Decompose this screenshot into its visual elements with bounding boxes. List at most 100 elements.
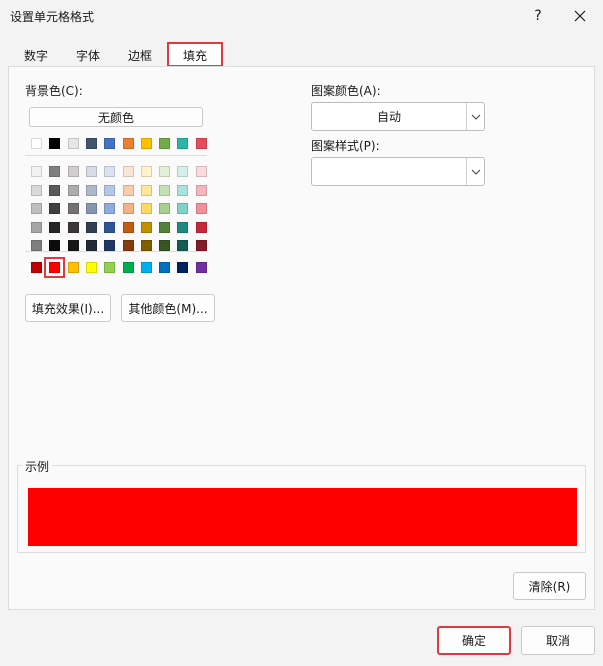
color-swatch-shade[interactable] bbox=[104, 240, 116, 252]
color-swatch-shade[interactable] bbox=[195, 240, 207, 252]
color-swatch-shade[interactable] bbox=[177, 184, 189, 196]
tab-border[interactable]: 边框 bbox=[116, 43, 164, 66]
color-swatch-standard[interactable] bbox=[122, 262, 134, 273]
color-swatch-shade[interactable] bbox=[49, 240, 61, 252]
pattern-style-label: 图案样式(P): bbox=[311, 139, 380, 153]
chevron-down-icon bbox=[466, 103, 484, 130]
color-swatch-shade[interactable] bbox=[177, 203, 189, 215]
color-swatch-shade[interactable] bbox=[104, 221, 116, 233]
color-swatch-shade[interactable] bbox=[49, 166, 61, 177]
chevron-down-icon bbox=[466, 158, 484, 185]
color-swatch-shade[interactable] bbox=[104, 203, 116, 215]
color-swatch-shade[interactable] bbox=[104, 184, 116, 196]
close-icon bbox=[574, 10, 586, 22]
color-swatch-shade[interactable] bbox=[177, 240, 189, 252]
color-swatch-theme[interactable] bbox=[85, 138, 97, 149]
dialog-title: 设置单元格格式 bbox=[10, 10, 95, 24]
color-swatch-shade[interactable] bbox=[159, 203, 171, 215]
color-swatch-shade[interactable] bbox=[140, 221, 152, 233]
color-swatch-shade[interactable] bbox=[159, 240, 171, 252]
color-swatch-shade[interactable] bbox=[67, 240, 79, 252]
color-swatch-shade[interactable] bbox=[104, 166, 116, 177]
color-swatch-shade[interactable] bbox=[85, 240, 97, 252]
color-swatch-shade[interactable] bbox=[195, 184, 207, 196]
palette-separator-top bbox=[25, 155, 207, 156]
color-swatch-standard[interactable] bbox=[159, 262, 171, 273]
selected-swatch-outline bbox=[44, 257, 66, 278]
pattern-color-value: 自动 bbox=[376, 110, 401, 124]
color-swatch-standard[interactable] bbox=[31, 262, 42, 273]
color-swatch-shade[interactable] bbox=[31, 240, 42, 252]
color-swatch-shade[interactable] bbox=[49, 184, 61, 196]
color-swatch-shade[interactable] bbox=[49, 203, 61, 215]
help-button[interactable]: ? bbox=[524, 4, 552, 28]
clear-button[interactable]: 清除(R) bbox=[513, 572, 586, 600]
color-swatch-theme[interactable] bbox=[31, 138, 42, 149]
color-swatch-shade[interactable] bbox=[31, 203, 42, 215]
pattern-color-label: 图案颜色(A): bbox=[311, 84, 381, 98]
color-swatch-theme[interactable] bbox=[159, 138, 171, 149]
color-swatch-shade[interactable] bbox=[122, 240, 134, 252]
color-swatch-theme[interactable] bbox=[177, 138, 189, 149]
color-swatch-standard[interactable] bbox=[85, 262, 97, 273]
tab-font[interactable]: 字体 bbox=[64, 43, 112, 66]
color-swatch-theme[interactable] bbox=[49, 138, 61, 149]
help-icon: ? bbox=[534, 8, 542, 24]
color-swatch-shade[interactable] bbox=[85, 184, 97, 196]
color-swatch-shade[interactable] bbox=[140, 240, 152, 252]
cancel-button[interactable]: 取消 bbox=[521, 626, 595, 655]
color-swatch-shade[interactable] bbox=[85, 166, 97, 177]
color-swatch-theme[interactable] bbox=[67, 138, 79, 149]
background-color-label: 背景色(C): bbox=[25, 84, 83, 98]
pattern-style-value bbox=[312, 158, 466, 185]
title-bar: 设置单元格格式 ? bbox=[0, 0, 603, 32]
color-swatch-shade[interactable] bbox=[195, 203, 207, 215]
color-swatch-shade[interactable] bbox=[159, 221, 171, 233]
color-swatch-standard[interactable] bbox=[104, 262, 116, 273]
close-button[interactable] bbox=[566, 4, 594, 28]
sample-group: 示例 bbox=[17, 458, 586, 553]
pattern-color-select[interactable]: 自动 bbox=[311, 102, 485, 131]
color-swatch-shade[interactable] bbox=[31, 184, 42, 196]
color-swatch-standard[interactable] bbox=[140, 262, 152, 273]
color-swatch-shade[interactable] bbox=[122, 221, 134, 233]
color-swatch-shade[interactable] bbox=[159, 166, 171, 177]
sample-label: 示例 bbox=[22, 458, 53, 475]
color-swatch-theme[interactable] bbox=[104, 138, 116, 149]
sample-preview bbox=[28, 488, 577, 546]
color-swatch-theme[interactable] bbox=[140, 138, 152, 149]
color-swatch-theme[interactable] bbox=[195, 138, 207, 149]
color-swatch-shade[interactable] bbox=[177, 221, 189, 233]
color-swatch-shade[interactable] bbox=[140, 184, 152, 196]
pattern-style-select[interactable] bbox=[311, 157, 485, 186]
color-swatch-shade[interactable] bbox=[122, 184, 134, 196]
color-swatch-shade[interactable] bbox=[49, 221, 61, 233]
color-swatch-shade[interactable] bbox=[85, 221, 97, 233]
color-swatch-shade[interactable] bbox=[122, 166, 134, 177]
color-swatch-shade[interactable] bbox=[140, 166, 152, 177]
color-swatch-standard[interactable] bbox=[195, 262, 207, 273]
color-swatch-shade[interactable] bbox=[31, 221, 42, 233]
ok-button[interactable]: 确定 bbox=[437, 626, 511, 655]
color-swatch-standard[interactable] bbox=[177, 262, 189, 273]
color-swatch-shade[interactable] bbox=[177, 166, 189, 177]
color-swatch-shade[interactable] bbox=[67, 221, 79, 233]
no-color-button[interactable]: 无颜色 bbox=[29, 107, 203, 127]
color-swatch-theme[interactable] bbox=[122, 138, 134, 149]
color-swatch-shade[interactable] bbox=[195, 221, 207, 233]
color-swatch-shade[interactable] bbox=[85, 203, 97, 215]
color-swatch-shade[interactable] bbox=[140, 203, 152, 215]
color-swatch-standard[interactable] bbox=[67, 262, 79, 273]
tab-fill[interactable]: 填充 bbox=[167, 42, 223, 67]
fill-panel: 背景色(C): 无颜色 填充效果(I)... 其他颜色(M)... 图案颜色(A… bbox=[8, 66, 595, 610]
color-swatch-shade[interactable] bbox=[159, 184, 171, 196]
color-swatch-shade[interactable] bbox=[122, 203, 134, 215]
color-swatch-shade[interactable] bbox=[67, 184, 79, 196]
fill-effects-button[interactable]: 填充效果(I)... bbox=[25, 294, 111, 322]
tab-number[interactable]: 数字 bbox=[12, 43, 60, 66]
color-swatch-shade[interactable] bbox=[67, 203, 79, 215]
more-colors-button[interactable]: 其他颜色(M)... bbox=[121, 294, 215, 322]
color-swatch-shade[interactable] bbox=[67, 166, 79, 177]
color-swatch-shade[interactable] bbox=[31, 166, 42, 177]
color-swatch-shade[interactable] bbox=[195, 166, 207, 177]
